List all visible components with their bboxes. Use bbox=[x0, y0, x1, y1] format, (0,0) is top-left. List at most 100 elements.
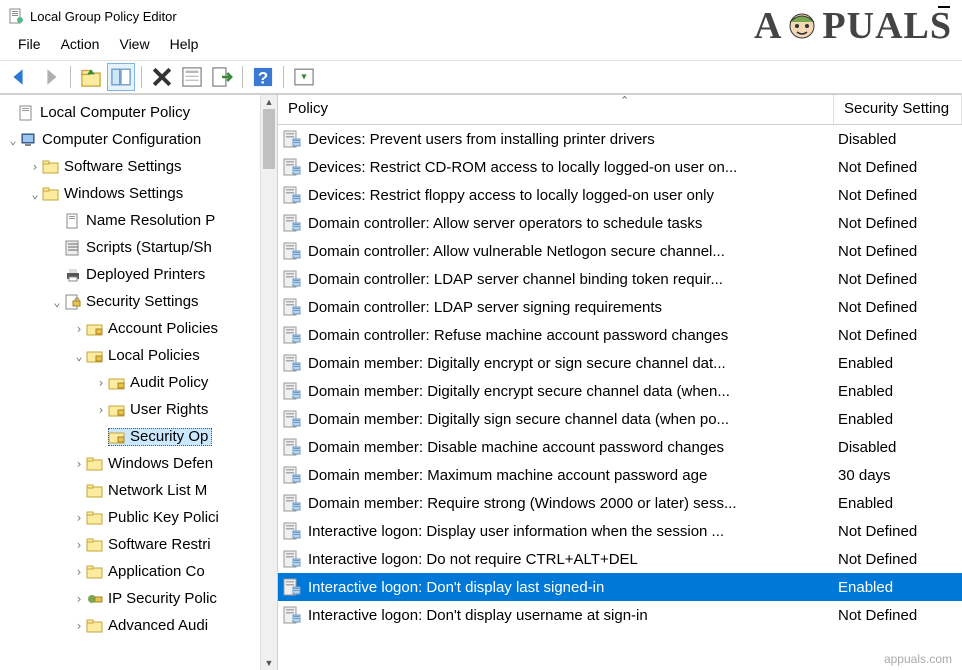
tree-advanced-audit[interactable]: › Advanced Audi bbox=[4, 612, 277, 639]
policy-row[interactable]: Interactive logon: Do not require CTRL+A… bbox=[278, 545, 962, 573]
policy-row[interactable]: Domain member: Maximum machine account p… bbox=[278, 461, 962, 489]
policy-row[interactable]: Domain controller: Refuse machine accoun… bbox=[278, 321, 962, 349]
tree-user-rights[interactable]: › User Rights bbox=[4, 396, 277, 423]
policy-row[interactable]: Domain member: Digitally encrypt secure … bbox=[278, 377, 962, 405]
policy-item-icon bbox=[282, 241, 302, 261]
tree-scrollbar[interactable]: ▲ ▼ bbox=[260, 95, 277, 670]
expand-icon[interactable]: › bbox=[72, 457, 86, 471]
folder-icon bbox=[42, 158, 60, 176]
tree-label: Software Restri bbox=[108, 536, 211, 553]
ipsec-icon bbox=[86, 590, 104, 608]
policy-setting: Not Defined bbox=[834, 299, 962, 316]
policy-setting: Enabled bbox=[834, 495, 962, 512]
policy-setting: Not Defined bbox=[834, 551, 962, 568]
policy-row[interactable]: Domain controller: Allow server operator… bbox=[278, 209, 962, 237]
collapse-icon[interactable]: ⌄ bbox=[6, 133, 20, 147]
tree-public-key[interactable]: › Public Key Polici bbox=[4, 504, 277, 531]
scroll-thumb[interactable] bbox=[263, 109, 275, 169]
expand-icon[interactable]: › bbox=[72, 538, 86, 552]
expand-icon[interactable]: › bbox=[72, 565, 86, 579]
tree-label: Local Policies bbox=[108, 347, 200, 364]
main-content: Local Computer Policy ⌄ Computer Configu… bbox=[0, 94, 962, 670]
scroll-down-icon[interactable]: ▼ bbox=[261, 656, 277, 670]
menu-help[interactable]: Help bbox=[160, 34, 209, 54]
menu-file[interactable]: File bbox=[8, 34, 51, 54]
toolbar: ? bbox=[0, 60, 962, 94]
tree-name-resolution[interactable]: Name Resolution P bbox=[4, 207, 277, 234]
tree-scripts[interactable]: Scripts (Startup/Sh bbox=[4, 234, 277, 261]
policy-item-icon bbox=[282, 493, 302, 513]
policy-setting: Disabled bbox=[834, 131, 962, 148]
up-button[interactable] bbox=[77, 63, 105, 91]
tree-label: Computer Configuration bbox=[42, 131, 201, 148]
tree-app-control[interactable]: › Application Co bbox=[4, 558, 277, 585]
scroll-up-icon[interactable]: ▲ bbox=[261, 95, 277, 109]
tree-security-settings[interactable]: ⌄ Security Settings bbox=[4, 288, 277, 315]
policy-row[interactable]: Interactive logon: Don't display usernam… bbox=[278, 601, 962, 629]
collapse-icon[interactable]: ⌄ bbox=[72, 349, 86, 363]
expand-icon[interactable]: › bbox=[72, 322, 86, 336]
policy-list[interactable]: Devices: Prevent users from installing p… bbox=[278, 125, 962, 670]
back-button[interactable] bbox=[6, 63, 34, 91]
expand-icon[interactable]: › bbox=[28, 160, 42, 174]
collapse-icon[interactable]: ⌄ bbox=[50, 295, 64, 309]
policy-row[interactable]: Interactive logon: Display user informat… bbox=[278, 517, 962, 545]
toolbar-separator bbox=[242, 66, 243, 88]
column-setting[interactable]: Security Setting bbox=[834, 95, 962, 124]
policy-setting: Disabled bbox=[834, 439, 962, 456]
menu-action[interactable]: Action bbox=[51, 34, 110, 54]
collapse-icon[interactable]: ⌄ bbox=[28, 187, 42, 201]
tree-local-policies[interactable]: ⌄ Local Policies bbox=[4, 342, 277, 369]
tree-windows-settings[interactable]: ⌄ Windows Settings bbox=[4, 180, 277, 207]
tree-view[interactable]: Local Computer Policy ⌄ Computer Configu… bbox=[0, 95, 277, 643]
policy-row[interactable]: Domain member: Disable machine account p… bbox=[278, 433, 962, 461]
policy-root-icon bbox=[18, 104, 36, 122]
tree-software-settings[interactable]: › Software Settings bbox=[4, 153, 277, 180]
properties-button[interactable] bbox=[178, 63, 206, 91]
locked-folder-icon bbox=[108, 428, 126, 446]
help-button[interactable]: ? bbox=[249, 63, 277, 91]
filter-button[interactable] bbox=[290, 63, 318, 91]
policy-row[interactable]: Domain controller: Allow vulnerable Netl… bbox=[278, 237, 962, 265]
tree-windows-defender[interactable]: › Windows Defen bbox=[4, 450, 277, 477]
expand-icon[interactable]: › bbox=[94, 376, 108, 390]
tree-audit-policy[interactable]: › Audit Policy bbox=[4, 369, 277, 396]
policy-row[interactable]: Domain controller: LDAP server channel b… bbox=[278, 265, 962, 293]
policy-name: Domain controller: Refuse machine accoun… bbox=[308, 327, 834, 344]
show-hide-tree-button[interactable] bbox=[107, 63, 135, 91]
tree-software-restriction[interactable]: › Software Restri bbox=[4, 531, 277, 558]
expand-icon[interactable]: › bbox=[72, 511, 86, 525]
tree-label: Audit Policy bbox=[130, 374, 208, 391]
tree-network-list[interactable]: Network List M bbox=[4, 477, 277, 504]
policy-setting: Not Defined bbox=[834, 523, 962, 540]
tree-account-policies[interactable]: › Account Policies bbox=[4, 315, 277, 342]
expand-icon[interactable]: › bbox=[72, 619, 86, 633]
menu-view[interactable]: View bbox=[109, 34, 159, 54]
expand-icon[interactable]: › bbox=[72, 592, 86, 606]
column-policy[interactable]: Policy bbox=[278, 95, 834, 124]
window-title: Local Group Policy Editor bbox=[30, 9, 177, 24]
tree-deployed-printers[interactable]: Deployed Printers bbox=[4, 261, 277, 288]
policy-setting: 30 days bbox=[834, 467, 962, 484]
forward-button[interactable] bbox=[36, 63, 64, 91]
expand-icon[interactable]: › bbox=[94, 403, 108, 417]
policy-row[interactable]: Interactive logon: Don't display last si… bbox=[278, 573, 962, 601]
tree-label: Network List M bbox=[108, 482, 207, 499]
policy-row[interactable]: Devices: Restrict CD-ROM access to local… bbox=[278, 153, 962, 181]
svg-text:?: ? bbox=[258, 69, 268, 88]
tree-root[interactable]: Local Computer Policy bbox=[4, 99, 277, 126]
policy-row[interactable]: Domain member: Require strong (Windows 2… bbox=[278, 489, 962, 517]
policy-row[interactable]: Devices: Prevent users from installing p… bbox=[278, 125, 962, 153]
export-button[interactable] bbox=[208, 63, 236, 91]
policy-row[interactable]: Domain controller: LDAP server signing r… bbox=[278, 293, 962, 321]
minimize-button[interactable] bbox=[938, 6, 950, 8]
delete-button[interactable] bbox=[148, 63, 176, 91]
policy-row[interactable]: Domain member: Digitally encrypt or sign… bbox=[278, 349, 962, 377]
policy-row[interactable]: Devices: Restrict floppy access to local… bbox=[278, 181, 962, 209]
tree-ip-security[interactable]: › IP Security Polic bbox=[4, 585, 277, 612]
policy-setting: Enabled bbox=[834, 579, 962, 596]
tree-security-options[interactable]: Security Op bbox=[4, 423, 277, 450]
policy-item-icon bbox=[282, 605, 302, 625]
tree-computer-config[interactable]: ⌄ Computer Configuration bbox=[4, 126, 277, 153]
policy-row[interactable]: Domain member: Digitally sign secure cha… bbox=[278, 405, 962, 433]
